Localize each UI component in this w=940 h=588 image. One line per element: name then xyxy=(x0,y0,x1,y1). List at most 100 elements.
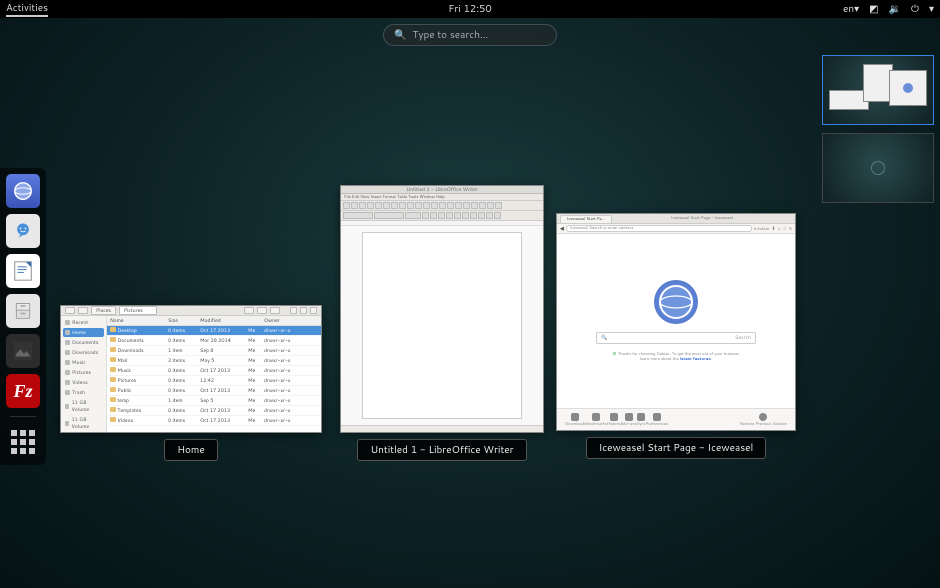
overview-search[interactable]: 🔍 Type to search… xyxy=(383,24,557,46)
filezilla-icon: Fz xyxy=(13,381,32,402)
files-list: Name Size Modified Owner Desktop0 itemsO… xyxy=(107,316,321,433)
clock[interactable]: Fri 12:50 xyxy=(448,2,491,16)
window-thumb-browser[interactable]: Iceweasel Start Pa… Iceweasel Start Page… xyxy=(556,213,796,459)
dash-empathy[interactable] xyxy=(6,214,40,248)
view-list-button[interactable] xyxy=(244,307,254,314)
writer-page xyxy=(362,232,522,419)
browser-tab[interactable]: Iceweasel Start Pa… xyxy=(560,215,612,223)
startpage-footer: DownloadsBookmarksHistoryAdd-onsSyncPref… xyxy=(557,408,795,430)
browser-window-title: Iceweasel Start Page - Iceweasel xyxy=(612,214,792,223)
footer-history[interactable]: History xyxy=(607,413,621,427)
table-row[interactable]: Mail2 itemsMay 5Medrwxr-xr-x xyxy=(107,356,321,366)
input-source[interactable]: en ▾ xyxy=(843,2,859,16)
sidebar-item[interactable]: Documents xyxy=(63,338,104,347)
view-grid-button[interactable] xyxy=(257,307,267,314)
sidebar-item[interactable]: Recent xyxy=(63,318,104,327)
fwd-button[interactable] xyxy=(78,307,88,314)
sidebar-item[interactable]: Videos xyxy=(63,378,104,387)
dash-terminal[interactable] xyxy=(6,334,40,368)
footer-sync[interactable]: Sync xyxy=(637,413,646,427)
table-row[interactable]: Desktop0 itemsOct 17 2013Medrwxr-xr-x xyxy=(107,326,321,336)
browser-tabstrip: Iceweasel Start Pa… Iceweasel Start Page… xyxy=(557,214,795,224)
workspace-2[interactable] xyxy=(822,133,934,203)
search-icon: 🔍 xyxy=(601,334,607,341)
file-cabinet-icon xyxy=(13,301,33,321)
workspace-1[interactable] xyxy=(822,55,934,125)
accessibility-icon[interactable]: ◩ xyxy=(869,2,878,16)
writer-window: Untitled 1 - LibreOffice Writer File Edi… xyxy=(340,185,544,433)
table-row[interactable]: Public0 itemsOct 17 2013Medrwxr-xr-x xyxy=(107,386,321,396)
startpage-hint: 🛡 Thanks for choosing Debian. To get the… xyxy=(611,352,741,362)
volume-icon[interactable]: 🔉 xyxy=(889,2,901,16)
home-icon[interactable]: ⌂ xyxy=(778,225,781,232)
menu-arrow-icon[interactable]: ▾ xyxy=(929,2,934,16)
window-thumb-writer[interactable]: Untitled 1 - LibreOffice Writer File Edi… xyxy=(340,185,544,461)
back-icon[interactable]: ◀ xyxy=(560,225,564,232)
ws-mini-browser xyxy=(889,70,927,106)
table-row[interactable]: Videos0 itemsOct 17 2013Medrwxr-xr-x xyxy=(107,416,321,426)
bookmark-icon[interactable]: ☆ xyxy=(783,225,787,232)
dash-filezilla[interactable]: Fz xyxy=(6,374,40,408)
sidebar-item[interactable]: Pictures xyxy=(63,368,104,377)
features-link[interactable]: latest features xyxy=(680,357,711,362)
sidebar-item[interactable]: Home xyxy=(63,328,104,337)
menu-icon[interactable]: ≡ xyxy=(789,225,792,232)
path-bar[interactable]: Pictures xyxy=(119,306,157,315)
window-thumb-files[interactable]: Places Pictures RecentHomeDocumentsDownl… xyxy=(60,305,322,461)
writer-page-area xyxy=(341,226,543,425)
writer-toolbar-2 xyxy=(341,211,543,221)
activities-button[interactable]: Activities xyxy=(6,1,48,17)
downloads-icon[interactable]: ⬇ xyxy=(771,225,775,232)
footer-add-ons[interactable]: Add-ons xyxy=(620,413,636,427)
max-button[interactable] xyxy=(300,307,307,314)
window-label: Home xyxy=(164,439,218,461)
search-button-text: Search xyxy=(735,334,751,341)
places-dropdown[interactable]: Places xyxy=(91,306,116,315)
window-label: Untitled 1 - LibreOffice Writer xyxy=(357,439,526,461)
table-row[interactable]: Documents0 itemsMar 28 2014Medrwxr-xr-x xyxy=(107,336,321,346)
overview-search-wrap: 🔍 Type to search… xyxy=(383,24,557,46)
restore-session[interactable]: Restore Previous Session xyxy=(740,413,787,427)
footer-preferences[interactable]: Preferences xyxy=(646,413,668,427)
sidebar-item[interactable]: 11 GB Volume xyxy=(63,415,104,431)
table-row[interactable]: Music0 itemsOct 17 2013Medrwxr-xr-x xyxy=(107,366,321,376)
search-placeholder: Type to search… xyxy=(412,28,488,42)
close-button[interactable] xyxy=(310,307,317,314)
search-engine[interactable]: ▾ debian xyxy=(754,226,769,232)
sidebar-item[interactable]: 11 GB Volume xyxy=(63,398,104,414)
dash-files[interactable] xyxy=(6,294,40,328)
writer-titlebar: Untitled 1 - LibreOffice Writer xyxy=(341,186,543,194)
sidebar-item[interactable]: Downloads xyxy=(63,348,104,357)
startpage-search[interactable]: 🔍 Search xyxy=(596,332,756,344)
sidebar-item[interactable]: Trash xyxy=(63,388,104,397)
window-label: Iceweasel Start Page - Iceweasel xyxy=(586,437,767,459)
footer-downloads[interactable]: Downloads xyxy=(565,413,586,427)
power-icon[interactable]: ⏻ xyxy=(911,2,919,16)
browser-content: 🔍 Search 🛡 Thanks for choosing Debian. T… xyxy=(557,234,795,408)
table-row[interactable]: Pictures0 items12:42Medrwxr-xr-x xyxy=(107,376,321,386)
table-row[interactable]: Templates0 itemsOct 17 2013Medrwxr-xr-x xyxy=(107,406,321,416)
dash-show-apps[interactable] xyxy=(6,425,40,459)
table-row[interactable]: Downloads1 itemSep 8Medrwxr-xr-x xyxy=(107,346,321,356)
status-area: en ▾ ◩ 🔉 ⏻ ▾ xyxy=(843,2,934,16)
dash-iceweasel[interactable] xyxy=(6,174,40,208)
view-menu-button[interactable] xyxy=(270,307,280,314)
window-overview: Places Pictures RecentHomeDocumentsDownl… xyxy=(60,180,810,478)
footer-bookmarks[interactable]: Bookmarks xyxy=(586,413,607,427)
iceweasel-logo xyxy=(654,280,698,324)
dash-separator xyxy=(10,416,36,417)
iceweasel-icon xyxy=(12,180,34,202)
files-window: Places Pictures RecentHomeDocumentsDownl… xyxy=(60,305,322,433)
writer-menubar: File Edit View Insert Format Table Tools… xyxy=(341,194,543,201)
dash-libreoffice-writer[interactable] xyxy=(6,254,40,288)
chat-icon xyxy=(13,221,33,241)
url-bar[interactable]: Iceweasel Search or enter address xyxy=(566,225,752,232)
min-button[interactable] xyxy=(290,307,297,314)
apps-grid-icon xyxy=(11,430,35,454)
back-button[interactable] xyxy=(65,307,75,314)
table-row[interactable]: temp1 itemSep 5Medrwxr-xr-x xyxy=(107,396,321,406)
files-columns: Name Size Modified Owner xyxy=(107,316,321,326)
writer-statusbar xyxy=(341,425,543,432)
sidebar-item[interactable]: Music xyxy=(63,358,104,367)
files-toolbar: Places Pictures xyxy=(61,306,321,316)
